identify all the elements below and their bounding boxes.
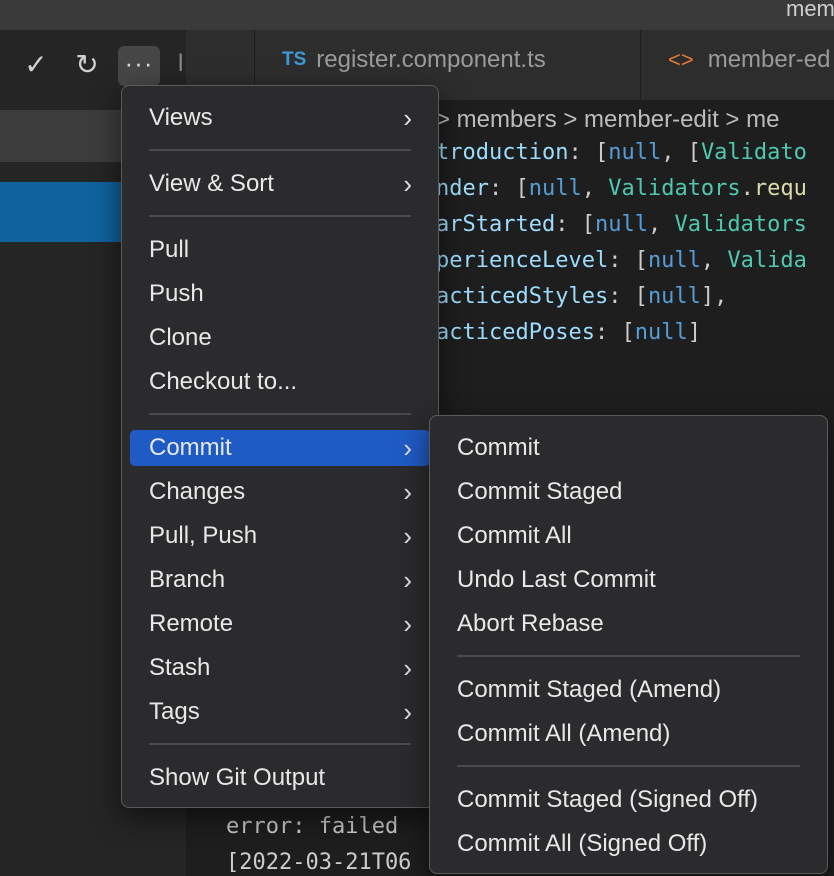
more-icon: ··· xyxy=(124,48,154,78)
chevron-right-icon: › xyxy=(403,609,412,639)
menu-item-pull[interactable]: Pull xyxy=(130,232,430,268)
menu-item-checkout-to[interactable]: Checkout to... xyxy=(130,364,430,400)
menu-divider xyxy=(149,149,411,151)
tab-label: register.component.ts xyxy=(316,46,546,73)
submenu-item-abort-rebase[interactable]: Abort Rebase xyxy=(438,606,819,642)
submenu-item-commit-staged-amend[interactable]: Commit Staged (Amend) xyxy=(438,672,819,708)
tab-member-edit[interactable]: <> member-ed xyxy=(668,46,830,74)
chevron-right-icon: › xyxy=(403,565,412,595)
menu-item-push[interactable]: Push xyxy=(130,276,430,312)
truncated-toolbar-text: l xyxy=(178,50,184,77)
code-line: acticedPoses: [null] xyxy=(436,320,701,345)
chevron-right-icon: › xyxy=(403,653,412,683)
code-line: perienceLevel: [null, Valida xyxy=(436,248,807,273)
commit-submenu: Commit Commit Staged Commit All Undo Las… xyxy=(429,415,828,874)
menu-item-changes[interactable]: Changes › xyxy=(130,474,430,510)
refresh-icon[interactable]: ↻ xyxy=(70,48,104,82)
more-actions-button[interactable]: ··· xyxy=(118,46,160,86)
code-line: arStarted: [null, Validators xyxy=(436,212,807,237)
terminal-line: [2022-03-21T06 xyxy=(226,850,412,875)
submenu-item-commit[interactable]: Commit xyxy=(438,430,819,466)
terminal-line: error: failed xyxy=(226,814,399,839)
submenu-item-commit-all-amend[interactable]: Commit All (Amend) xyxy=(438,716,819,752)
menu-item-remote[interactable]: Remote › xyxy=(130,606,430,642)
tab-label: member-ed xyxy=(707,46,831,73)
submenu-item-commit-staged-signed-off[interactable]: Commit Staged (Signed Off) xyxy=(438,782,819,818)
chevron-right-icon: › xyxy=(403,169,412,199)
chevron-right-icon: › xyxy=(403,103,412,133)
menu-item-clone[interactable]: Clone xyxy=(130,320,430,356)
menu-item-stash[interactable]: Stash › xyxy=(130,650,430,686)
submenu-item-commit-all[interactable]: Commit All xyxy=(438,518,819,554)
chevron-right-icon: › xyxy=(403,521,412,551)
code-line: troduction: [null, [Validato xyxy=(436,140,807,165)
more-actions-menu: Views › View & Sort › Pull Push Clone Chec… xyxy=(121,85,439,808)
menu-item-branch[interactable]: Branch › xyxy=(130,562,430,598)
menu-item-views[interactable]: Views › xyxy=(130,100,430,136)
menu-item-view-sort[interactable]: View & Sort › xyxy=(130,166,430,202)
tab-register-component[interactable]: TS register.component.ts xyxy=(282,46,546,74)
menu-divider xyxy=(149,215,411,217)
window-title: mem xyxy=(786,0,834,21)
chevron-right-icon: › xyxy=(403,433,412,463)
submenu-item-commit-all-signed-off[interactable]: Commit All (Signed Off) xyxy=(438,826,819,862)
code-line: acticedStyles: [null], xyxy=(436,284,728,309)
chevron-right-icon: › xyxy=(403,697,412,727)
typescript-icon: TS xyxy=(282,49,307,70)
tab-divider xyxy=(640,30,641,100)
menu-item-commit[interactable]: Commit › xyxy=(130,430,430,466)
window-title-bar: mem xyxy=(0,0,834,30)
html-icon: <> xyxy=(668,47,694,72)
code-line: nder: [null, Validators.requ xyxy=(436,176,807,201)
menu-divider xyxy=(149,743,411,745)
check-icon[interactable]: ✓ xyxy=(19,48,53,82)
submenu-item-undo-last-commit[interactable]: Undo Last Commit xyxy=(438,562,819,598)
menu-item-show-git-output[interactable]: Show Git Output xyxy=(130,760,430,796)
menu-item-pull-push[interactable]: Pull, Push › xyxy=(130,518,430,554)
menu-divider xyxy=(457,655,800,657)
menu-item-tags[interactable]: Tags › xyxy=(130,694,430,730)
breadcrumb[interactable]: > members > member-edit > me xyxy=(436,106,779,134)
submenu-item-commit-staged[interactable]: Commit Staged xyxy=(438,474,819,510)
chevron-right-icon: › xyxy=(403,477,412,507)
menu-divider xyxy=(149,413,411,415)
menu-divider xyxy=(457,765,800,767)
